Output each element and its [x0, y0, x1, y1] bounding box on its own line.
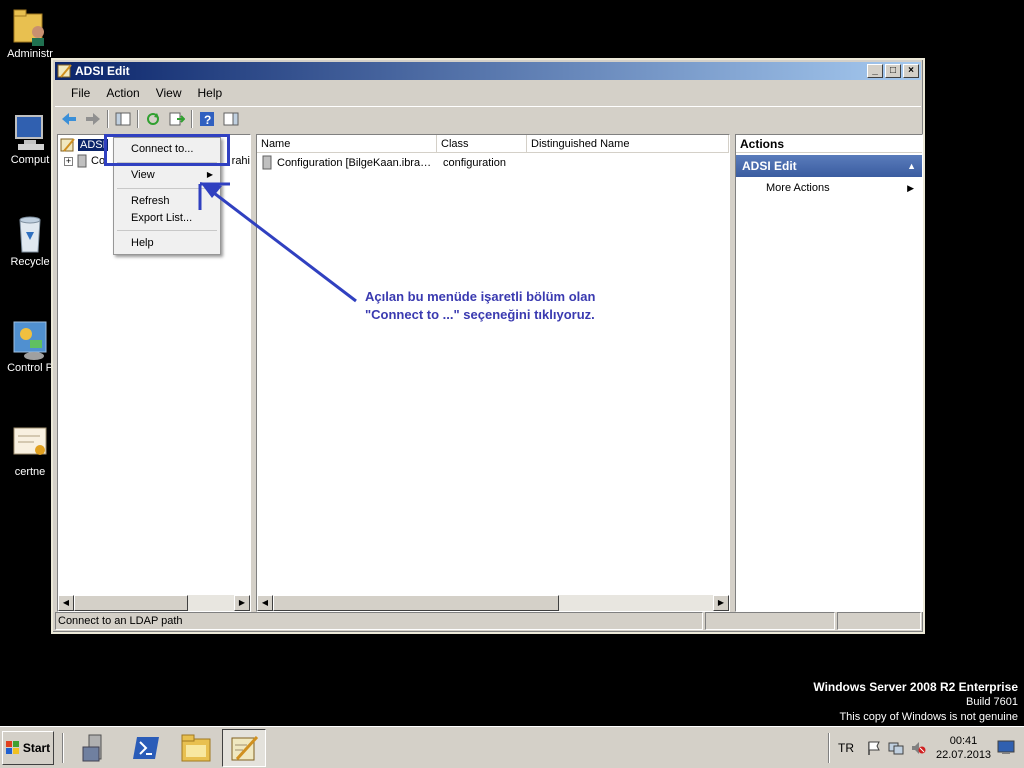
powershell-taskbar-button[interactable]	[124, 729, 168, 767]
system-tray: TR 00:41 22.07.2013	[828, 729, 1024, 767]
os-edition: Windows Server 2008 R2 Enterprise	[813, 680, 1018, 694]
clock[interactable]: 00:41 22.07.2013	[936, 734, 991, 762]
volume-muted-icon[interactable]	[910, 740, 928, 756]
annotation-line-1: Açılan bu menüde işaretli bölüm olan	[365, 289, 596, 304]
annotation-text: Açılan bu menüde işaretli bölüm olan "Co…	[365, 288, 665, 324]
windows-logo-icon	[5, 741, 19, 754]
start-label: Start	[22, 741, 51, 755]
show-desktop-icon[interactable]	[997, 739, 1017, 757]
annotation-arrow	[198, 182, 357, 303]
clock-time: 00:41	[949, 735, 978, 747]
clock-date: 22.07.2013	[936, 749, 992, 761]
adsi-edit-icon	[231, 735, 259, 761]
server-manager-icon	[82, 734, 102, 762]
taskbar-separator	[62, 733, 64, 763]
server-manager-taskbar-button[interactable]	[74, 729, 118, 767]
explorer-taskbar-button[interactable]	[174, 729, 218, 767]
annotation-line-2: "Connect to ..." seçeneğini tıklıyoruz.	[365, 307, 595, 322]
adsi-edit-taskbar-button[interactable]	[222, 729, 266, 767]
os-watermark: Windows Server 2008 R2 Enterprise Build …	[813, 680, 1018, 725]
os-genuine-notice: This copy of Windows is not genuine	[839, 711, 1018, 723]
language-indicator[interactable]: TR	[838, 741, 854, 755]
action-center-flag-icon[interactable]	[866, 740, 884, 756]
tray-separator	[828, 733, 830, 763]
folder-icon	[181, 734, 211, 762]
powershell-icon	[133, 737, 159, 759]
network-icon[interactable]	[888, 740, 906, 756]
os-build: Build 7601	[966, 696, 1018, 708]
taskbar: Start TR 00:41 22.07.2013	[0, 726, 1024, 768]
start-button[interactable]: Start	[2, 731, 54, 765]
